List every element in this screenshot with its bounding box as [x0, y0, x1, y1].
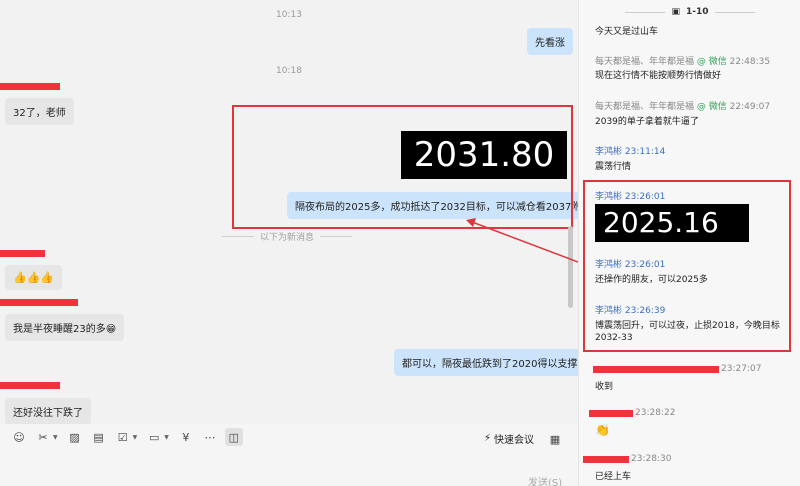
chevron-down-icon[interactable]: ▼ — [133, 434, 138, 441]
emoji-icon[interactable]: ☺ — [10, 428, 28, 446]
history-message: 震荡行情 — [595, 162, 632, 172]
chat-history-panel[interactable]: ▣ 1-10 今天又是过山车 每天都是福、年年都是福 @ 微信 22:48:35… — [578, 0, 800, 486]
message-input[interactable] — [0, 450, 578, 486]
redacted-name — [593, 366, 719, 373]
payment-icon[interactable]: ¥ — [177, 428, 195, 446]
history-meta: 每天都是福、年年都是福 @ 微信 22:49:07 — [595, 102, 771, 112]
history-message: 收到 — [595, 382, 614, 392]
history-message: 已经上车 — [595, 472, 632, 482]
history-meta: 李鸿彬 23:11:14 — [595, 147, 666, 157]
lightning-icon: ⚡ — [484, 433, 492, 444]
chevron-down-icon[interactable]: ▼ — [164, 434, 169, 441]
quick-meeting-button[interactable]: ⚡ 快速会议 — [484, 431, 534, 446]
image-icon[interactable]: ▨ — [66, 428, 84, 446]
redacted-name — [583, 456, 629, 463]
document-icon[interactable]: ▤ — [90, 428, 108, 446]
checkbox-icon[interactable]: ☑ — [114, 428, 132, 446]
send-button[interactable]: 发送(S) — [528, 474, 562, 486]
history-message: 今天又是过山车 — [595, 27, 659, 37]
scissors-icon[interactable]: ✂ — [34, 428, 52, 446]
history-time: 23:28:30 — [631, 454, 672, 464]
history-message: 2039的单子拿着就牛逼了 — [595, 117, 699, 127]
history-range-header: ▣ 1-10 — [579, 5, 800, 19]
history-meta: 每天都是福、年年都是福 @ 微信 22:48:35 — [595, 57, 771, 67]
history-message: 现在这行情不能按顺势行情做好 — [595, 71, 722, 81]
history-icon[interactable]: ▦ — [546, 430, 564, 448]
chevron-down-icon[interactable]: ▼ — [53, 434, 58, 441]
chat-panel[interactable]: 10:13 先看涨 10:18 32了，老师 2031.80 隔夜布局的2025… — [0, 0, 578, 424]
calendar-icon[interactable]: ▣ — [671, 7, 680, 17]
history-message: 👏 — [595, 423, 610, 437]
annotation-arrow — [466, 218, 578, 263]
history-time: 23:28:22 — [635, 408, 676, 418]
highlight-box — [583, 180, 791, 352]
history-time: 23:27:07 — [721, 364, 762, 374]
more-icon[interactable]: ⋯ — [201, 428, 219, 446]
screenshot-icon[interactable]: ◫ — [224, 428, 243, 446]
folder-icon[interactable]: ▭ — [145, 428, 163, 446]
app-window: 10:13 先看涨 10:18 32了，老师 2031.80 隔夜布局的2025… — [0, 0, 800, 486]
redacted-name — [589, 410, 633, 417]
